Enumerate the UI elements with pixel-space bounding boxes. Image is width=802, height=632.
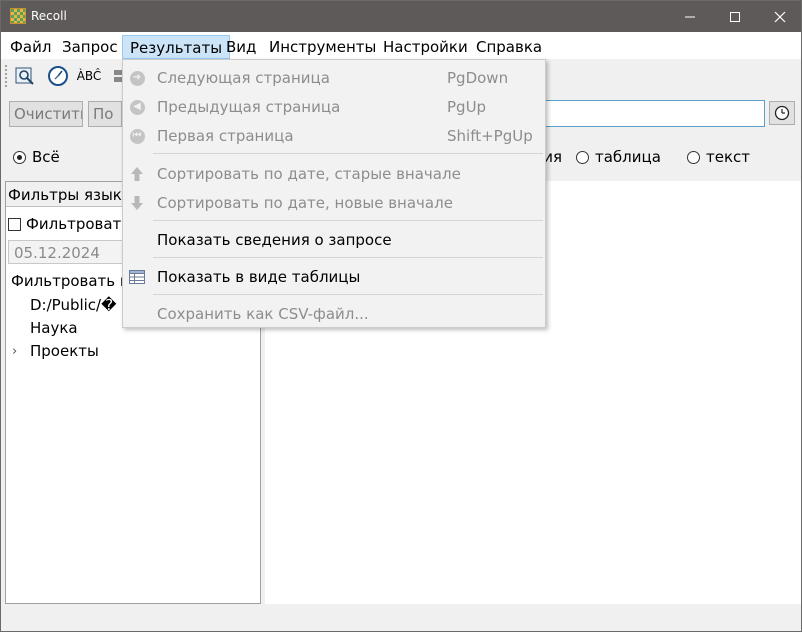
menu-separator — [153, 257, 543, 258]
menu-settings[interactable]: Настройки — [376, 35, 475, 59]
title-bar: Recoll — [1, 1, 801, 32]
menu-prev-page[interactable]: ◀ Предыдущая страница PgUp — [123, 94, 545, 120]
arrow-down-icon — [129, 195, 145, 211]
menu-save-csv[interactable]: Сохранить как CSV-файл... — [123, 301, 545, 327]
menu-save-csv-label: Сохранить как CSV-файл... — [157, 305, 369, 323]
maximize-button[interactable] — [712, 1, 758, 32]
radio-table-label: таблица — [595, 148, 661, 166]
menu-sort-new-label: Сортировать по дате, новые вначале — [157, 194, 453, 212]
tree-item[interactable]: D:/Public/� — [30, 296, 116, 314]
menu-sort-old-first[interactable]: Сортировать по дате, старые вначале — [123, 161, 545, 187]
first-page-icon: ⏮ — [129, 128, 145, 144]
menu-results[interactable]: Результаты — [122, 35, 231, 59]
spell-icon[interactable]: ÀBĈ — [77, 64, 102, 88]
recoll-app-icon — [10, 8, 26, 24]
search-input[interactable] — [531, 100, 765, 127]
window-title: Recoll — [31, 9, 67, 23]
radio-dot — [576, 150, 589, 164]
dir-filter-title: Фильтровать ка — [11, 272, 139, 290]
menu-next-page[interactable]: ➜ Следующая страница PgDown — [123, 65, 545, 91]
table-icon — [129, 269, 145, 285]
menu-prev-page-label: Предыдущая страница — [157, 98, 341, 116]
menu-help[interactable]: Справка — [469, 35, 549, 59]
menu-first-page[interactable]: ⏮ Первая страница Shift+PgUp — [123, 123, 545, 149]
filter-checkbox[interactable]: Фильтровать — [8, 215, 130, 233]
clock-icon — [774, 105, 790, 121]
clear-button[interactable]: Очистить — [9, 101, 83, 127]
checkbox-box — [8, 217, 21, 231]
radio-dot — [687, 150, 700, 164]
menu-separator — [153, 294, 543, 295]
menu-sort-new-first[interactable]: Сортировать по дате, новые вначале — [123, 190, 545, 216]
menu-separator — [153, 220, 543, 221]
tree-item[interactable]: Проекты — [30, 342, 99, 360]
menu-first-page-label: Первая страница — [157, 127, 294, 145]
date-field[interactable]: 05.12.2024 — [8, 240, 128, 264]
menu-file[interactable]: Файл — [3, 35, 58, 59]
toolbar-grip[interactable] — [5, 65, 8, 87]
menu-bar: Файл Запрос Результаты Вид Инструменты Н… — [1, 32, 801, 59]
menu-query-details[interactable]: Показать сведения о запросе — [123, 227, 545, 253]
shortcut-label: Shift+PgUp — [447, 127, 533, 145]
radio-all[interactable]: Всё — [13, 148, 60, 166]
radio-text-label: текст — [706, 148, 751, 166]
radio-table[interactable]: таблица — [576, 148, 661, 166]
radio-text[interactable]: текст — [687, 148, 750, 166]
menu-query[interactable]: Запрос — [55, 35, 125, 59]
chevron-right-icon[interactable]: › — [12, 344, 17, 359]
menu-show-as-table-label: Показать в виде таблицы — [157, 268, 361, 286]
menu-sort-old-label: Сортировать по дате, старые вначале — [157, 165, 461, 183]
close-button[interactable] — [757, 1, 802, 32]
history-button[interactable] — [769, 101, 795, 125]
arrow-right-circle-icon: ➜ — [129, 70, 145, 86]
filter-checkbox-label: Фильтровать — [26, 215, 131, 233]
history-icon[interactable] — [46, 64, 70, 88]
status-bar — [1, 607, 801, 631]
radio-all-label: Всё — [32, 148, 60, 166]
shortcut-label: PgDown — [447, 69, 509, 87]
close-icon — [774, 11, 786, 22]
shortcut-label: PgUp — [447, 98, 487, 116]
query-icon[interactable] — [13, 64, 37, 88]
menu-view[interactable]: Вид — [219, 35, 263, 59]
menu-separator — [153, 153, 543, 154]
search-button[interactable]: По — [88, 101, 122, 127]
tree-item[interactable]: Наука — [30, 319, 78, 337]
menu-show-as-table[interactable]: Показать в виде таблицы — [123, 264, 545, 290]
maximize-icon — [730, 11, 740, 22]
minimize-button[interactable] — [667, 1, 713, 32]
radio-dot — [13, 150, 26, 164]
minimize-icon — [685, 16, 695, 17]
results-menu: ➜ Следующая страница PgDown ◀ Предыдущая… — [122, 59, 546, 328]
arrow-left-circle-icon: ◀ — [129, 99, 145, 115]
menu-query-details-label: Показать сведения о запросе — [157, 231, 392, 249]
menu-tools[interactable]: Инструменты — [262, 35, 383, 59]
recoll-window: Recoll Файл Запрос Результаты Вид Инстру… — [0, 0, 802, 632]
menu-next-page-label: Следующая страница — [157, 69, 330, 87]
arrow-up-icon — [129, 166, 145, 182]
